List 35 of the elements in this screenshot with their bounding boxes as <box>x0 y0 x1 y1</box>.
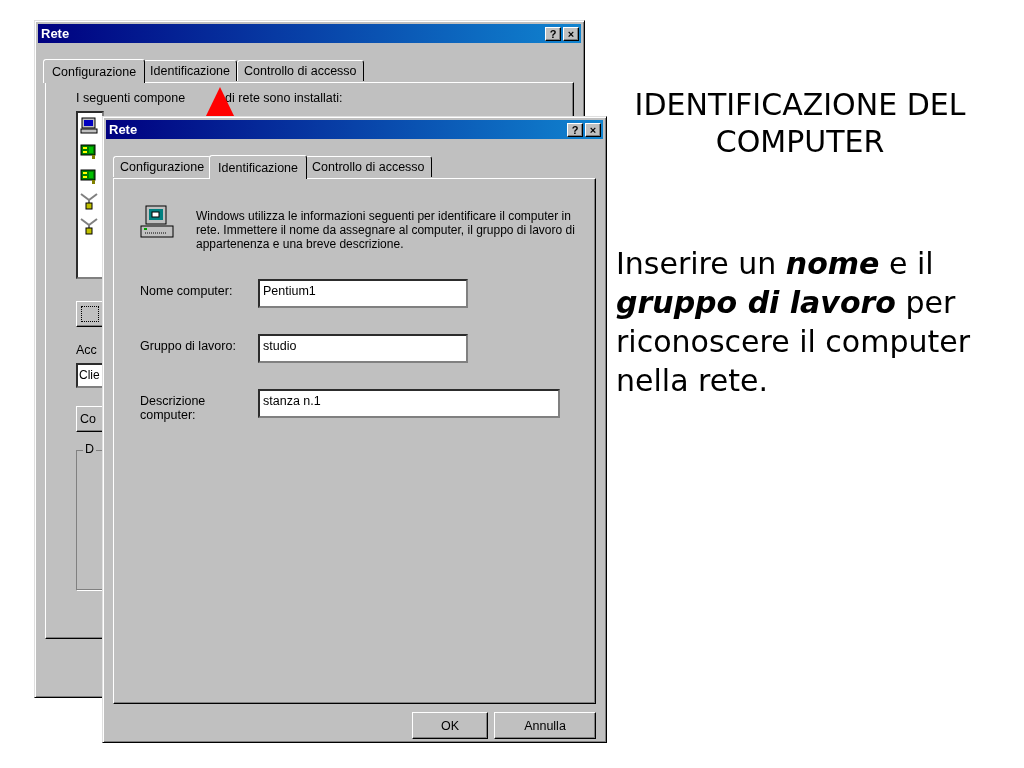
intro-text: Windows utilizza le informazioni seguenti per identificare il computer in rete. Immettere il nome da assegnare al computer, il gruppo di lavoro di appartenenza e una breve descrizione. <box>196 209 575 251</box>
list-label: di rete sono installati: <box>225 91 343 105</box>
text-field[interactable]: studio <box>258 334 468 363</box>
window-title: Rete <box>109 122 139 137</box>
properties-button[interactable]: Co <box>76 406 104 432</box>
tab[interactable]: Configurazione <box>113 156 212 177</box>
help-button[interactable]: ? <box>567 122 583 137</box>
computer-icon <box>80 117 98 135</box>
network-cable-icon <box>80 217 98 235</box>
field-label: Nome computer: <box>140 283 234 298</box>
window-title: Rete <box>41 26 71 41</box>
text-field[interactable]: Pentium1 <box>258 279 468 308</box>
ok-button[interactable]: OK <box>412 712 488 739</box>
computer-icon <box>140 205 174 239</box>
close-button[interactable]: × <box>585 122 601 137</box>
slide-text: Inserire un nome e il gruppo di lavoro per riconoscere il computer nella rete. <box>616 245 972 400</box>
field-label: Gruppo di lavoro: <box>140 338 237 353</box>
tab[interactable]: Controllo di accesso <box>305 156 432 177</box>
add-button[interactable] <box>76 301 104 327</box>
group-box-label: D <box>83 442 97 456</box>
text-field[interactable]: stanza n.1 <box>258 389 560 418</box>
access-label: Acc <box>76 343 97 357</box>
tab[interactable]: Controllo di accesso <box>237 60 364 81</box>
slide-heading: IDENTIFICAZIONE DEL COMPUTER <box>633 86 967 160</box>
field-label: Descrizione computer: <box>140 393 207 422</box>
cancel-button[interactable]: Annulla <box>494 712 596 739</box>
tab[interactable]: Identificazione <box>143 60 237 81</box>
network-card-icon <box>80 167 98 185</box>
network-card-icon <box>80 142 98 160</box>
tab[interactable]: Identificazione <box>209 155 307 179</box>
help-button[interactable]: ? <box>545 26 561 41</box>
tab[interactable]: Configurazione <box>43 59 146 83</box>
close-button[interactable]: × <box>563 26 579 41</box>
list-label: I seguenti compone <box>76 91 186 105</box>
network-cable-icon <box>80 192 98 210</box>
